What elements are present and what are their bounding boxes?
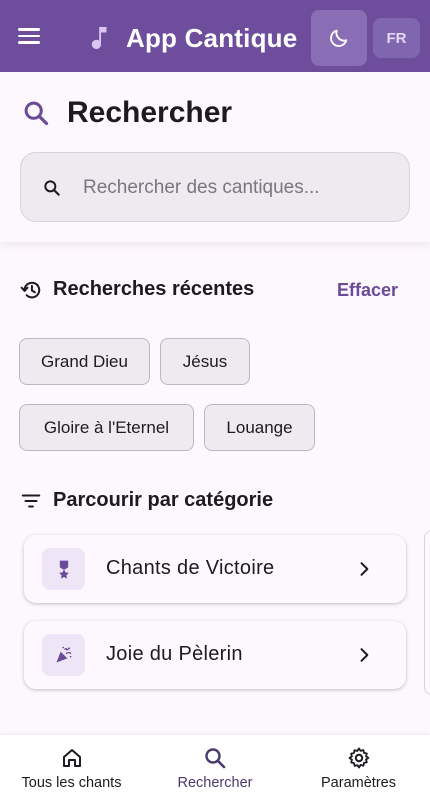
nav-item-search[interactable]: Rechercher	[143, 735, 287, 800]
theme-toggle-button[interactable]	[311, 10, 367, 66]
categories-header: Parcourir par catégorie	[20, 489, 273, 512]
category-label: Joie du Pèlerin	[106, 643, 243, 665]
search-heading: Rechercher	[22, 96, 232, 130]
category-card-pelerin[interactable]: Joie du Pèlerin	[24, 621, 406, 689]
categories-title: Parcourir par catégorie	[53, 489, 274, 511]
celebration-icon	[56, 646, 71, 663]
recent-chip-gloire[interactable]: Gloire à l'Eternel	[19, 404, 194, 451]
search-icon	[205, 748, 226, 769]
category-label: Chants de Victoire	[106, 557, 275, 579]
nav-item-all-songs[interactable]: Tous les chants	[0, 735, 143, 800]
gear-icon	[348, 747, 369, 769]
nav-item-settings[interactable]: Paramètres	[287, 735, 430, 800]
nav-label: Rechercher	[177, 775, 253, 791]
category-icon-tile	[42, 548, 85, 590]
recent-searches-header: Recherches récentes	[20, 278, 254, 301]
category-card-victoire[interactable]: Chants de Victoire	[24, 535, 406, 603]
nav-label: Tous les chants	[21, 775, 122, 791]
history-icon	[20, 281, 41, 298]
moon-icon	[330, 29, 348, 47]
search-section: Rechercher	[0, 72, 430, 242]
bottom-navigation: Tous les chants Rechercher Paramètres	[0, 735, 430, 800]
chevron-right-icon	[360, 562, 369, 576]
recent-chip-jesus[interactable]: Jésus	[160, 338, 250, 385]
search-icon	[24, 101, 49, 126]
app-title-group: App Cantique	[90, 20, 297, 56]
recent-chip-louange[interactable]: Louange	[204, 404, 315, 451]
offscreen-card-edge	[424, 530, 430, 695]
menu-button[interactable]	[18, 24, 50, 52]
language-button[interactable]: FR	[373, 18, 420, 58]
page-title: Rechercher	[67, 96, 233, 129]
search-input[interactable]	[83, 171, 393, 205]
search-box[interactable]	[20, 152, 410, 222]
recent-chip-grand-dieu[interactable]: Grand Dieu	[19, 338, 150, 385]
chevron-right-icon	[360, 648, 369, 662]
medal-icon	[58, 560, 69, 579]
menu-icon	[18, 28, 40, 31]
search-icon	[44, 180, 60, 196]
category-icon-tile	[42, 634, 85, 676]
home-icon	[62, 749, 81, 767]
recent-searches-title: Recherches récentes	[53, 278, 255, 300]
filter-icon	[21, 493, 41, 508]
app-bar: App Cantique FR	[0, 0, 430, 72]
clear-recent-button[interactable]: Effacer	[337, 280, 398, 301]
nav-label: Paramètres	[321, 775, 396, 791]
music-note-icon	[91, 27, 107, 49]
app-title: App Cantique	[126, 22, 298, 53]
